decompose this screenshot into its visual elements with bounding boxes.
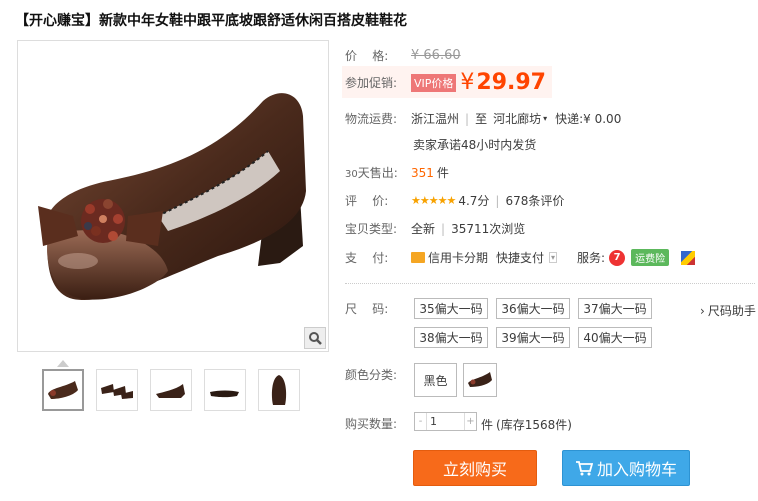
shipping-label: 物流运费: bbox=[345, 112, 398, 126]
shipping-destination[interactable]: 河北廊坊 bbox=[493, 110, 541, 127]
stock-info: 件 (库存1568件) bbox=[481, 416, 572, 433]
thumbnail-2[interactable] bbox=[96, 369, 138, 411]
quantity-input[interactable]: 1 bbox=[427, 413, 464, 430]
chevron-down-icon[interactable]: ▾ bbox=[543, 114, 547, 123]
quantity-decrease-button[interactable]: - bbox=[415, 413, 427, 430]
quantity-unit: 件 bbox=[481, 418, 494, 432]
shoe-swatch-icon bbox=[468, 372, 492, 387]
sales-unit: 件 bbox=[436, 166, 449, 180]
buy-now-button[interactable]: 立刻购买 bbox=[413, 450, 537, 486]
sales-row: 30天售出: 351 件 bbox=[345, 164, 449, 181]
vip-badge: VIP价格 bbox=[411, 73, 457, 92]
color-label-row: 颜色分类: bbox=[345, 366, 407, 383]
shipping-row: 物流运费: 浙江温州 | 至 河北廊坊 ▾ 快递: ¥ 0.00 bbox=[345, 110, 621, 127]
color-option-text: 黑色 bbox=[423, 373, 448, 388]
rating-row: 评 价: ★★★★★ 4.7分 | 678条评价 bbox=[345, 192, 564, 209]
size-helper-link[interactable]: 尺码助手 bbox=[708, 302, 756, 319]
sales-label-text: 天售出: bbox=[357, 166, 398, 180]
quick-pay[interactable]: 快捷支付 bbox=[496, 249, 544, 266]
quantity-label-row: 购买数量: bbox=[345, 415, 407, 432]
quantity-label: 购买数量: bbox=[345, 417, 398, 431]
size-option-38[interactable]: 38偏大一码 bbox=[414, 327, 488, 348]
product-condition: 全新 bbox=[411, 222, 436, 236]
stock-count: (库存1568件) bbox=[496, 418, 572, 432]
add-to-cart-button[interactable]: 加入购物车 bbox=[562, 450, 690, 486]
shipping-from: 浙江温州 bbox=[411, 112, 460, 126]
credit-installment[interactable]: 信用卡分期 bbox=[428, 249, 488, 266]
price-row: 价 格: ¥ 66.60 bbox=[345, 47, 461, 64]
shipping-promise: 卖家承诺48小时内发货 bbox=[413, 136, 536, 153]
sales-label: 30天售出: bbox=[345, 164, 407, 181]
payment-row: 支 付: 信用卡分期 快捷支付 ▾ 服务: 7 运费险 bbox=[345, 249, 696, 266]
quantity-increase-button[interactable]: + bbox=[464, 413, 476, 430]
shoe-image bbox=[38, 93, 306, 301]
sales-label-days: 30 bbox=[345, 169, 358, 180]
shipping-promise-text: 卖家承诺48小时内发货 bbox=[413, 138, 537, 152]
star-rating-icon: ★★★★★ bbox=[411, 194, 456, 207]
cart-icon bbox=[575, 461, 593, 476]
original-price: ¥ 66.60 bbox=[411, 48, 461, 63]
product-title: 【开心赚宝】新款中年女鞋中跟平底坡跟舒适休闲百搭皮鞋鞋花 bbox=[15, 13, 407, 29]
color-option-black[interactable]: 黑色 bbox=[414, 363, 457, 397]
quantity-stepper: - 1 + bbox=[414, 412, 477, 431]
thumbnail-5[interactable] bbox=[258, 369, 300, 411]
rating-label: 评 价: bbox=[345, 194, 389, 208]
currency-symbol: ¥ bbox=[460, 70, 475, 95]
separator: | bbox=[495, 193, 500, 208]
color-option-image[interactable] bbox=[463, 363, 497, 397]
size-label-row: 尺 码: bbox=[345, 300, 407, 317]
shipping-to-label: 至 bbox=[475, 112, 488, 126]
product-type-label: 宝贝类型: bbox=[345, 222, 398, 236]
current-price: 29.97 bbox=[476, 70, 546, 95]
express-label: 快递: bbox=[555, 112, 584, 126]
credit-card-icon bbox=[411, 252, 425, 263]
price-label: 价 格: bbox=[345, 49, 389, 63]
thumbnail-3[interactable] bbox=[150, 369, 192, 411]
size-option-36[interactable]: 36偏大一码 bbox=[496, 298, 570, 319]
view-count: 35711次浏览 bbox=[451, 222, 526, 236]
thumbnail-indicator bbox=[57, 360, 69, 367]
separator: | bbox=[465, 111, 470, 126]
zoom-icon[interactable] bbox=[304, 327, 326, 349]
size-option-40[interactable]: 40偏大一码 bbox=[578, 327, 652, 348]
promo-price-row: 参加促销: VIP价格 ¥ 29.97 bbox=[345, 70, 546, 95]
product-type-row: 宝贝类型: 全新 | 35711次浏览 bbox=[345, 220, 525, 237]
size-option-35[interactable]: 35偏大一码 bbox=[414, 298, 488, 319]
thumbnail-list bbox=[42, 369, 312, 411]
shipping-insurance-badge: 运费险 bbox=[631, 249, 670, 266]
main-product-image[interactable] bbox=[17, 40, 329, 352]
add-to-cart-label: 加入购物车 bbox=[596, 460, 677, 479]
review-count[interactable]: 678条评价 bbox=[505, 192, 564, 209]
size-label: 尺 码: bbox=[345, 302, 389, 316]
separator: | bbox=[441, 221, 446, 236]
rating-score: 4.7分 bbox=[458, 194, 490, 208]
section-divider bbox=[345, 283, 755, 284]
service-flag-icon bbox=[681, 250, 696, 265]
promo-label: 参加促销: bbox=[345, 76, 398, 90]
color-label: 颜色分类: bbox=[345, 368, 398, 382]
service-label: 服务: bbox=[577, 251, 606, 265]
chevron-down-icon[interactable]: ▾ bbox=[549, 252, 558, 263]
size-helper[interactable]: › 尺码助手 bbox=[700, 302, 756, 319]
size-option-37[interactable]: 37偏大一码 bbox=[578, 298, 652, 319]
size-option-39[interactable]: 39偏大一码 bbox=[496, 327, 570, 348]
sales-count: 351 bbox=[411, 165, 434, 180]
payment-label: 支 付: bbox=[345, 251, 389, 265]
chevron-right-icon: › bbox=[700, 303, 705, 318]
thumbnail-4[interactable] bbox=[204, 369, 246, 411]
express-fee: ¥ 0.00 bbox=[583, 111, 622, 126]
guarantee-icon: 7 bbox=[609, 249, 626, 266]
thumbnail-1[interactable] bbox=[42, 369, 84, 411]
